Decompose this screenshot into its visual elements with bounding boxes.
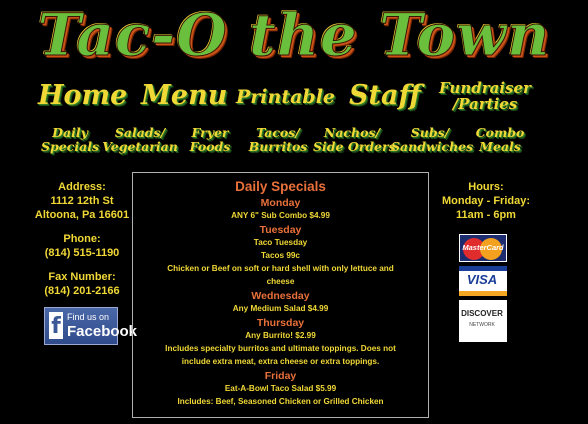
discover-text: DISCOVER [461,309,503,318]
nav-label-line1: Subs/ [410,125,450,140]
nav-subs-sandwiches[interactable]: Subs/Sandwiches [391,125,473,154]
facebook-line1: Find us on [67,312,110,322]
nav-fundraiser-line2: /Parties [452,95,518,113]
nav-label-line1: Salads/ [114,125,166,140]
nav-home[interactable]: Home [38,80,127,111]
facebook-button[interactable]: f Find us on Facebook [44,307,137,345]
special-line: Any Medium Salad $4.99 [232,304,329,313]
special-line: Includes specialty burritos and ultimate… [165,344,396,353]
day-heading: Friday [264,370,297,382]
day-heading: Monday [260,197,301,209]
special-line: Includes: Beef, Seasoned Chicken or Gril… [177,397,384,406]
address-city: Altoona, Pa 16601 [34,209,130,221]
nav-fryer-foods[interactable]: Fryer Foods [184,126,236,154]
nav-label-line2: Specials [41,139,99,154]
hours-info: Hours: Monday - Friday: 11am - 6pm [438,180,534,222]
phone-label: Phone: [63,233,101,245]
special-line: Taco Tuesday [253,238,308,247]
menu-category-nav: Daily Specials Salads/Vegetarian Fryer Foo… [0,126,588,160]
nav-fundraiser-parties[interactable]: Fundraiser /Parties [436,80,534,112]
fax-number: (814) 201-2166 [44,285,120,297]
day-heading: Wednesday [251,290,310,302]
discover-subtext: NETWORK [469,322,495,328]
nav-label-line2: Vegetarian [102,139,178,154]
nav-nachos-side-orders[interactable]: Nachos/Side Orders [313,125,396,154]
hours-label: Hours: [468,181,504,193]
discover-logo: DISCOVER NETWORK [459,300,507,342]
nav-salads-vegetarian[interactable]: Salads/Vegetarian [102,126,178,154]
facebook-line2: Facebook [67,323,138,340]
day-heading: Tuesday [259,224,302,236]
hours-time: 11am - 6pm [456,209,516,221]
special-line: Eat-A-Bowl Taco Salad $5.99 [224,384,337,393]
special-line: cheese [266,277,295,286]
nav-label-line2: Side Orders [313,139,396,154]
nav-label-line1: Daily [52,125,88,140]
nav-label-line2: Burritos [248,139,308,154]
visa-text: VISA [466,272,498,287]
phone-number: (814) 515-1190 [44,247,120,259]
nav-label-line1: Fryer [191,125,229,140]
mastercard-logo: MasterCard [459,234,507,262]
visa-logo: VISA [459,266,507,296]
nav-label-line2: Meals [479,139,521,154]
special-line: Tacos 99c [261,251,300,260]
primary-nav: Home Menu Printable Staff Fundraiser /Pa… [0,80,588,118]
special-line: ANY 6" Sub Combo $4.99 [231,211,330,220]
contact-info: Address: 1112 12th St Altoona, Pa 16601 … [20,180,144,298]
address-label: Address: [58,181,106,193]
nav-staff[interactable]: Staff [349,80,421,111]
nav-daily-specials[interactable]: Daily Specials [38,126,102,154]
special-line: Any Burrito! $2.99 [245,331,316,340]
daily-specials-panel: Daily Specials Monday ANY 6" Sub Combo $… [132,172,429,418]
fax-label: Fax Number: [48,271,116,283]
site-logo[interactable]: Tac-O the Town [30,2,558,69]
nav-menu[interactable]: Menu [141,80,227,111]
specials-title: Daily Specials [235,179,326,194]
nav-label-line1: Tacos/ [256,125,300,140]
nav-tacos-burritos[interactable]: Tacos/Burritos [245,126,311,154]
nav-label-line2: Foods [189,139,231,154]
nav-label-line1: Nachos/ [323,125,381,140]
mastercard-text: MasterCard [462,243,504,252]
nav-label-line2: Sandwiches [391,139,474,154]
hours-days: Monday - Friday: [441,195,530,207]
day-heading: Thursday [256,317,305,329]
facebook-icon: f [49,312,63,339]
special-line: Chicken or Beef on soft or hard shell wi… [167,264,394,273]
nav-combo-meals[interactable]: Combo Meals [470,126,530,154]
address-street: 1112 12th St [50,195,114,207]
special-line: include extra meat, extra cheese or extr… [181,357,380,366]
nav-printable[interactable]: Printable [236,86,335,108]
nav-label-line1: Combo [475,125,525,140]
